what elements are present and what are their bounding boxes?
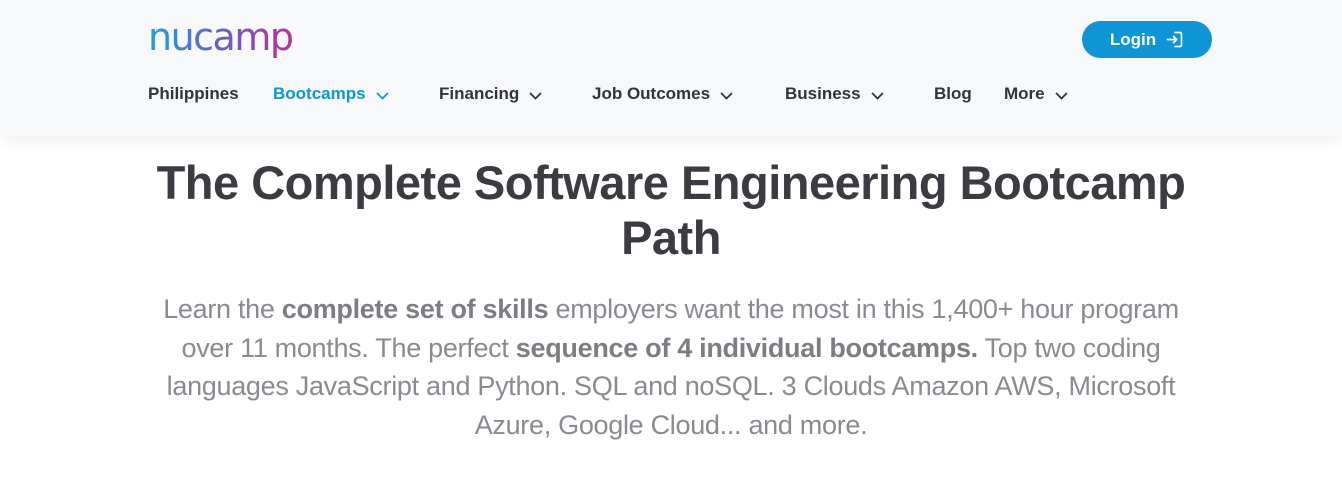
nav-item-blog[interactable]: Blog: [934, 80, 972, 108]
chevron-down-icon: [529, 92, 542, 100]
login-label: Login: [1109, 29, 1157, 49]
hero-description-highlight: complete set of skills: [281, 294, 549, 324]
chevron-down-icon: [720, 92, 733, 100]
login-arrow-icon: [1165, 30, 1184, 49]
page: nucamp Login Philippines Bootcamps Finan…: [0, 0, 1342, 485]
nav-label: Job Outcomes: [592, 84, 711, 103]
chevron-down-icon: [871, 92, 884, 100]
nav-item-philippines[interactable]: Philippines: [148, 80, 239, 108]
nucamp-logo-wordmark: nucamp: [148, 20, 294, 59]
hero-description-highlight: sequence of 4 individual bootcamps.: [515, 332, 978, 363]
nucamp-logo[interactable]: nucamp: [148, 20, 311, 66]
login-button[interactable]: Login: [1082, 21, 1212, 58]
nav-item-more[interactable]: More: [1004, 80, 1068, 108]
nav-label: Financing: [439, 84, 520, 103]
nav-item-bootcamps[interactable]: Bootcamps: [273, 80, 389, 108]
logo-wordmark: nucamp: [148, 20, 293, 59]
chevron-down-icon: [376, 92, 389, 100]
nav-label: Philippines: [148, 84, 239, 103]
nav-label: More: [1004, 84, 1045, 103]
hero-description: Learn the complete set of skills employe…: [141, 290, 1201, 444]
nav-item-business[interactable]: Business: [785, 80, 884, 108]
site-header: nucamp Login Philippines Bootcamps Finan…: [0, 0, 1342, 137]
chevron-down-icon: [1055, 92, 1068, 100]
nav-label: Blog: [934, 84, 972, 103]
nav-item-job-outcomes[interactable]: Job Outcomes: [592, 80, 733, 108]
main-nav: Philippines Bootcamps Financing Job Outc…: [0, 80, 1342, 108]
page-title: The Complete Software Engineering Bootca…: [156, 156, 1186, 264]
nav-label: Business: [785, 84, 861, 103]
hero-description-text: Learn the: [163, 294, 282, 324]
nav-label: Bootcamps: [273, 84, 366, 103]
nav-item-financing[interactable]: Financing: [439, 80, 542, 108]
